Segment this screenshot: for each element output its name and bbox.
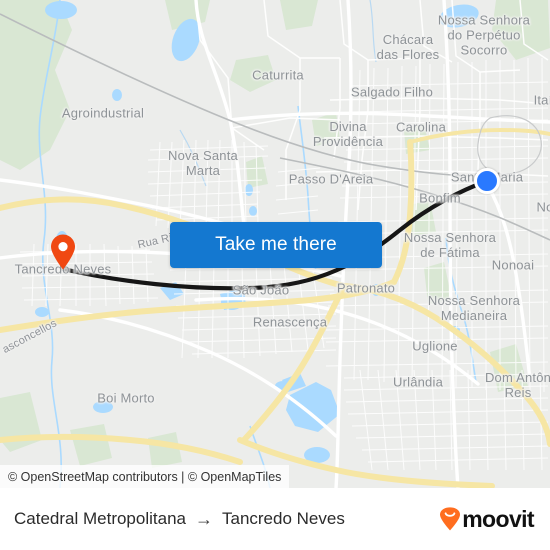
moovit-route-card: Agroindustrial Caturrita Chácara das Flo…	[0, 0, 550, 550]
arrow-right-icon: →	[194, 509, 213, 529]
attribution-text: © OpenStreetMap contributors | © OpenMap…	[8, 469, 282, 484]
route-summary: Catedral Metropolitana → Tancredo Neves	[14, 509, 345, 529]
origin-pin-icon[interactable]	[50, 234, 76, 270]
footer-bar: Catedral Metropolitana → Tancredo Neves …	[0, 488, 550, 550]
map-attribution: © OpenStreetMap contributors | © OpenMap…	[0, 465, 290, 488]
moovit-wordmark: moovit	[462, 505, 534, 532]
map-canvas[interactable]: Agroindustrial Caturrita Chácara das Flo…	[0, 0, 550, 488]
moovit-logo[interactable]: moovit	[439, 505, 535, 532]
route-destination-label: Tancredo Neves	[221, 509, 345, 528]
destination-dot-icon[interactable]	[474, 168, 500, 194]
route-origin-label: Catedral Metropolitana	[14, 509, 186, 528]
moovit-pin-icon	[440, 507, 461, 531]
take-me-there-button[interactable]: Take me there	[170, 222, 382, 268]
